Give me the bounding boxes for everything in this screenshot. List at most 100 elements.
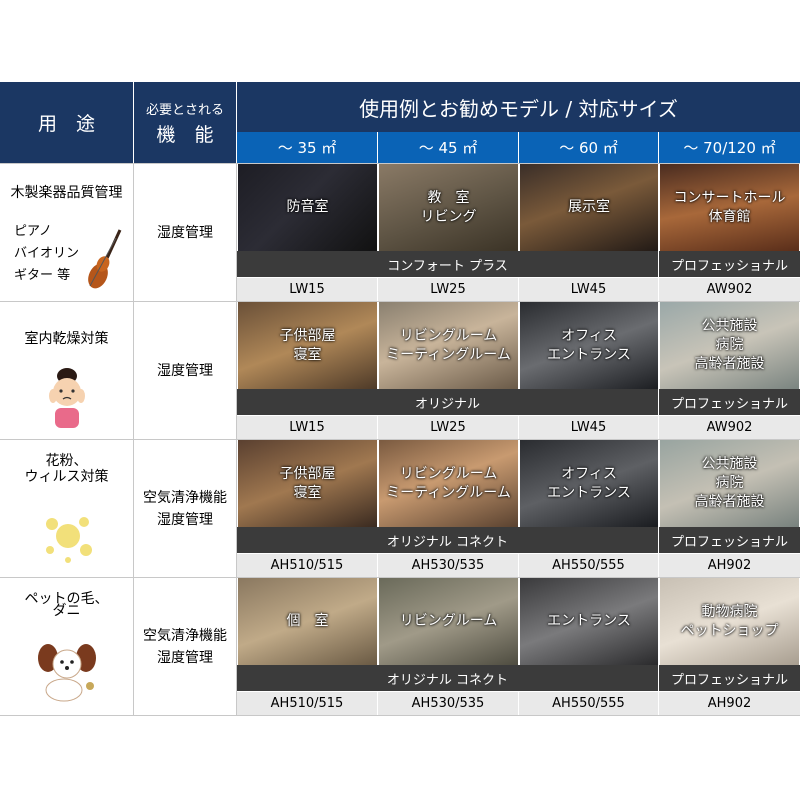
usage-title: 室内乾燥対策: [24, 331, 109, 347]
function-cell-0: 湿度管理: [134, 164, 237, 301]
model-label: LW45: [570, 282, 607, 297]
photo-caption: リビング: [420, 209, 477, 225]
model-cell: AH550/555: [519, 554, 659, 577]
usage-title-2: ウィルス対策: [24, 469, 109, 485]
photo-caption: コンサートホール: [673, 190, 786, 206]
photo-caption: オフィス: [561, 466, 617, 482]
model-label: AH550/555: [552, 558, 625, 573]
model-cell: AH530/535: [378, 554, 519, 577]
function-label: 湿度管理: [157, 511, 213, 528]
series-band-pro: プロフェッショナル: [659, 251, 800, 277]
photo-caption: 寝室: [293, 485, 322, 501]
example-photo: 教 室リビング: [379, 164, 518, 251]
function-cell-1: 湿度管理: [134, 302, 237, 439]
model-label: AH530/535: [411, 558, 485, 573]
series-label: オリジナル コネクト: [386, 534, 509, 550]
model-label: AW902: [706, 420, 753, 435]
model-label: LW25: [430, 282, 466, 297]
function-header-bottom: 機 能: [156, 123, 214, 146]
series-band: コンフォート プラス: [237, 251, 659, 277]
size-label: ～ 60 ㎡: [559, 139, 618, 157]
size-header-0: ～ 35 ㎡: [237, 132, 378, 163]
example-photo: 子供部屋 寝室: [238, 440, 377, 527]
model-cell: AW902: [659, 278, 800, 301]
example-photo: 公共施設 病院 高齢者施設: [660, 302, 799, 389]
size-label: ～ 70/120 ㎡: [683, 139, 776, 157]
photo-caption: 子供部屋: [279, 328, 336, 344]
example-photo: 展示室: [520, 164, 658, 251]
example-photo: リビングルーム ミーティングルーム: [379, 440, 518, 527]
model-label: AW902: [706, 282, 753, 297]
series-band: オリジナル: [237, 389, 659, 415]
photo-caption: リビングルーム: [399, 328, 498, 344]
usage-title-2: ダニ: [52, 603, 81, 619]
function-label: 湿度管理: [157, 362, 213, 379]
model-cell: LW15: [237, 278, 378, 301]
photo-caption: 防音室: [286, 199, 329, 215]
example-photo: 公共施設病院高齢者施設: [660, 440, 799, 527]
model-cell: LW25: [378, 278, 519, 301]
size-header-2: ～ 60 ㎡: [519, 132, 659, 163]
photo-caption: リビングルーム: [399, 613, 498, 629]
series-pro-label: プロフェッショナル: [670, 672, 788, 688]
usage-title: 木製楽器品質管理: [10, 185, 123, 201]
size-header-1: ～ 45 ㎡: [378, 132, 519, 163]
model-label: AH530/535: [411, 696, 485, 711]
examples-header-title: 使用例とお勧めモデル / 対応サイズ: [359, 96, 678, 121]
series-band: オリジナル コネクト: [237, 527, 659, 553]
series-band-pro: プロフェッショナル: [659, 389, 800, 415]
usage-header: 用 途: [0, 82, 134, 163]
function-label: 湿度管理: [157, 649, 213, 666]
model-cell: AH530/535: [378, 692, 519, 715]
model-label: LW15: [289, 282, 325, 297]
function-header-top: 必要とされる: [145, 102, 224, 118]
example-photo: コンサートホール 体育館: [660, 164, 799, 251]
series-band-pro: プロフェッショナル: [659, 527, 800, 553]
series-pro-label: プロフェッショナル: [670, 396, 788, 412]
example-photo: オフィス エントランス: [520, 302, 658, 389]
photo-caption: 子供部屋: [279, 466, 336, 482]
photo-caption: 公共施設: [701, 456, 758, 472]
photo-caption: 個 室: [286, 613, 329, 629]
series-band-pro: プロフェッショナル: [659, 665, 800, 691]
model-label: AH550/555: [552, 696, 625, 711]
photo-caption: ミーティングルーム: [386, 485, 511, 501]
dry-skin-woman-icon: [49, 368, 85, 428]
size-header-3: ～ 70/120 ㎡: [659, 132, 800, 163]
photo-caption: 高齢者施設: [694, 494, 765, 510]
violin-icon: [88, 229, 122, 289]
series-label: オリジナル: [414, 396, 480, 412]
model-cell: AH550/555: [519, 692, 659, 715]
function-label: 空気清浄機能: [143, 627, 227, 644]
photo-caption: 病院: [715, 337, 744, 353]
function-cell-2: 空気清浄機能 湿度管理: [134, 440, 237, 577]
usage-sub: バイオリン: [14, 246, 80, 261]
photo-caption: エントランス: [547, 347, 631, 363]
photo-caption: 体育館: [708, 209, 751, 225]
examples-header: 使用例とお勧めモデル / 対応サイズ: [237, 82, 800, 132]
example-photo: エントランス: [520, 578, 658, 665]
function-header: 必要とされる 機 能: [134, 82, 237, 163]
model-cell: LW45: [519, 278, 659, 301]
model-label: LW15: [289, 420, 325, 435]
model-label: AH902: [707, 558, 752, 573]
model-label: LW45: [570, 420, 607, 435]
row-divider: [0, 715, 800, 716]
function-label: 空気清浄機能: [143, 489, 227, 506]
model-cell: AH902: [659, 692, 800, 715]
photo-caption: 展示室: [568, 199, 610, 215]
photo-caption: エントランス: [547, 485, 631, 501]
example-photo: リビングルーム ミーティングルーム: [379, 302, 518, 389]
example-photo: 動物病院 ペットショップ: [660, 578, 799, 665]
model-label: AH510/515: [270, 558, 344, 573]
example-photo: オフィスエントランス: [520, 440, 658, 527]
example-photo: 子供部屋 寝室: [238, 302, 377, 389]
usage-cell-1: 室内乾燥対策: [0, 302, 134, 439]
model-cell: LW25: [378, 416, 519, 439]
usage-cell-0: 木製楽器品質管理 ピアノ バイオリン ギター 等: [0, 164, 134, 301]
model-label: LW25: [430, 420, 466, 435]
usage-sub: ギター 等: [14, 268, 71, 283]
photo-caption: 公共施設: [701, 318, 758, 334]
series-pro-label: プロフェッショナル: [670, 258, 788, 274]
photo-caption: 病院: [715, 475, 744, 491]
